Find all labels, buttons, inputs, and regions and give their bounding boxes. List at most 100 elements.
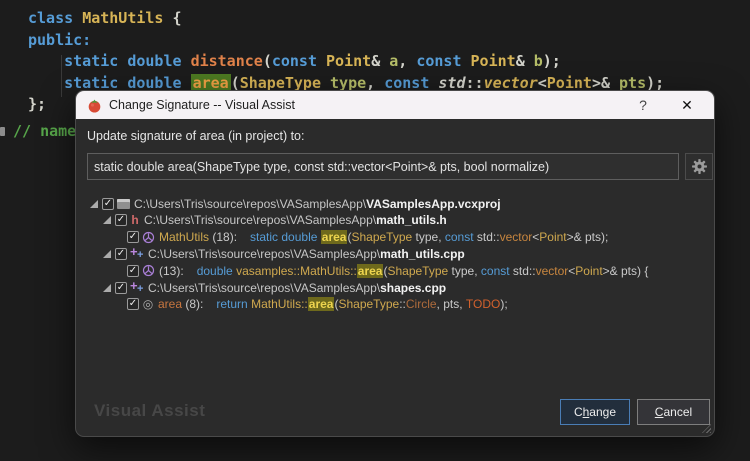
expander-triangle-icon[interactable] bbox=[103, 216, 111, 224]
code-token: vector bbox=[500, 230, 533, 244]
code-token bbox=[73, 9, 82, 27]
signature-input[interactable] bbox=[87, 153, 679, 180]
code-token: area bbox=[321, 230, 348, 244]
expander-triangle-icon[interactable] bbox=[103, 284, 111, 292]
h-icon: h bbox=[130, 213, 140, 227]
code-token: return bbox=[216, 297, 247, 311]
tree-row[interactable]: ✓h C:\Users\Tris\source\repos\VASamplesAp… bbox=[76, 212, 714, 229]
code-token: < bbox=[538, 74, 547, 92]
code-token: C:\Users\Tris\source\repos\VASamplesApp\ bbox=[134, 197, 366, 211]
code-token: type, bbox=[448, 264, 481, 278]
code-token: vector bbox=[536, 264, 569, 278]
tree-row[interactable]: ✓◎area (8):return MathUtils::area(ShapeT… bbox=[76, 296, 714, 313]
code-token: area bbox=[158, 297, 182, 311]
code-token: ShapeType bbox=[351, 230, 412, 244]
cancel-button[interactable]: Cancel bbox=[637, 399, 710, 425]
code-token: const bbox=[445, 230, 474, 244]
code-token: const bbox=[272, 52, 317, 70]
code-token: vector bbox=[484, 74, 538, 92]
code-token: ( bbox=[263, 52, 272, 70]
tree-row[interactable]: ✓++ C:\Users\Tris\source\repos\VASamplesA… bbox=[76, 279, 714, 296]
tree-row[interactable]: ✓(13):double vasamples::MathUtils::area(… bbox=[76, 262, 714, 279]
screen: class MathUtils {public: static double d… bbox=[0, 0, 750, 461]
code-token: type bbox=[330, 74, 366, 92]
code-token: TODO bbox=[466, 297, 500, 311]
code-token: static double bbox=[250, 230, 317, 244]
code-token: math_utils.h bbox=[376, 213, 447, 227]
code-token: ShapeType bbox=[387, 264, 448, 278]
code-token bbox=[182, 52, 191, 70]
code-token: std:: bbox=[510, 264, 536, 278]
code-token: public: bbox=[28, 31, 91, 49]
change-button[interactable]: Change bbox=[560, 399, 630, 425]
code-token: < bbox=[532, 230, 539, 244]
dialog-title: Change Signature -- Visual Assist bbox=[109, 98, 295, 112]
code-token bbox=[321, 74, 330, 92]
code-token: ( bbox=[231, 74, 240, 92]
class-icon bbox=[142, 231, 155, 244]
code-token bbox=[317, 52, 326, 70]
tree-row[interactable]: ✓MathUtils (18):static double area(Shape… bbox=[76, 229, 714, 246]
change-signature-dialog: Change Signature -- Visual Assist ? ✕ Up… bbox=[75, 90, 715, 437]
code-token: :: bbox=[466, 74, 484, 92]
code-line: public: bbox=[28, 30, 664, 52]
code-token: C:\Users\Tris\source\repos\VASamplesApp\ bbox=[144, 213, 376, 227]
code-token: (8): bbox=[182, 297, 203, 311]
code-token: C:\Users\Tris\source\repos\VASamplesApp\ bbox=[148, 281, 380, 295]
code-token: :: bbox=[399, 297, 406, 311]
resize-grip[interactable] bbox=[702, 424, 711, 433]
code-token: math_utils.cpp bbox=[380, 247, 465, 261]
code-line: static double distance(const Point& a, c… bbox=[28, 51, 664, 73]
close-icon[interactable]: ✕ bbox=[672, 91, 702, 119]
dialog-titlebar[interactable]: Change Signature -- Visual Assist ? ✕ bbox=[76, 91, 714, 119]
expander-triangle-icon[interactable] bbox=[90, 200, 98, 208]
code-token: Point bbox=[539, 230, 566, 244]
code-token: ShapeType bbox=[240, 74, 321, 92]
code-token: area bbox=[308, 297, 335, 311]
row-checkbox[interactable]: ✓ bbox=[115, 248, 127, 260]
code-token: >& pts); bbox=[567, 230, 609, 244]
cpp-icon: ++ bbox=[130, 281, 144, 295]
row-checkbox[interactable]: ✓ bbox=[127, 265, 139, 277]
cpp-icon: ++ bbox=[130, 247, 144, 261]
code-token: }; bbox=[28, 95, 46, 113]
tree-row[interactable]: ✓ C:\Users\Tris\source\repos\VASamplesApp… bbox=[76, 195, 714, 212]
code-token: area bbox=[191, 74, 231, 92]
code-token: std:: bbox=[474, 230, 500, 244]
code-token: static double bbox=[64, 74, 181, 92]
settings-button[interactable] bbox=[685, 153, 713, 180]
code-token: area bbox=[357, 264, 384, 278]
code-token: a bbox=[389, 52, 398, 70]
code-line: class MathUtils { bbox=[28, 8, 664, 30]
row-checkbox[interactable]: ✓ bbox=[115, 282, 127, 294]
code-token: shapes.cpp bbox=[380, 281, 446, 295]
code-token: & bbox=[371, 52, 389, 70]
code-token: type, bbox=[412, 230, 445, 244]
code-token: std bbox=[438, 74, 465, 92]
code-token: static double bbox=[64, 52, 181, 70]
code-token: MathUtils bbox=[82, 9, 163, 27]
row-checkbox[interactable]: ✓ bbox=[127, 298, 139, 310]
code-token: b bbox=[534, 52, 543, 70]
code-token: vasamples::MathUtils:: bbox=[236, 264, 357, 278]
code-token: const bbox=[481, 264, 510, 278]
code-token: Point bbox=[326, 52, 371, 70]
code-token bbox=[462, 52, 471, 70]
code-token bbox=[28, 74, 64, 92]
gear-icon bbox=[691, 158, 708, 175]
tree-row[interactable]: ✓++ C:\Users\Tris\source\repos\VASamplesA… bbox=[76, 245, 714, 262]
help-button[interactable]: ? bbox=[628, 91, 658, 119]
code-token: >& pts) { bbox=[603, 264, 649, 278]
code-token: ); bbox=[500, 297, 507, 311]
code-token: const bbox=[384, 74, 429, 92]
row-checkbox[interactable]: ✓ bbox=[102, 198, 114, 210]
code-token: C:\Users\Tris\source\repos\VASamplesApp\ bbox=[148, 247, 380, 261]
code-token: ShapeType bbox=[338, 297, 399, 311]
row-checkbox[interactable]: ✓ bbox=[115, 214, 127, 226]
expander-triangle-icon[interactable] bbox=[103, 250, 111, 258]
row-checkbox[interactable]: ✓ bbox=[127, 231, 139, 243]
code-token: , bbox=[366, 74, 384, 92]
project-icon bbox=[117, 199, 130, 209]
code-token: distance bbox=[191, 52, 263, 70]
code-token: MathUtils bbox=[159, 230, 209, 244]
